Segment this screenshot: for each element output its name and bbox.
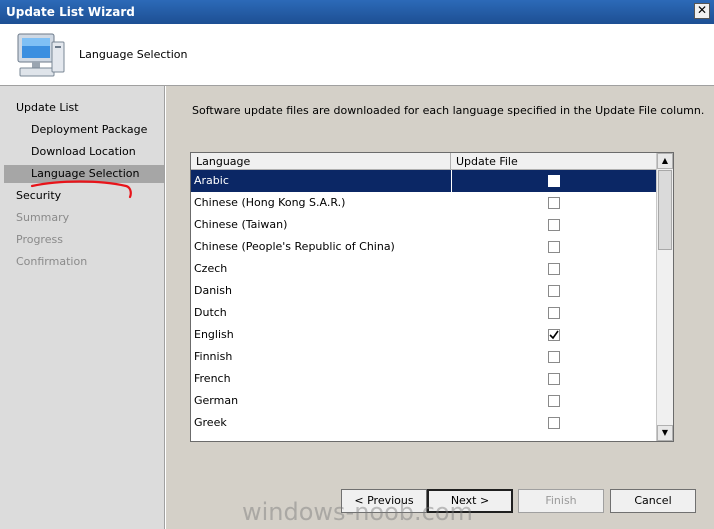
checkmark-icon bbox=[549, 330, 559, 340]
nav-item-download-location[interactable]: Download Location bbox=[31, 143, 136, 161]
wizard-content: Software update files are downloaded for… bbox=[166, 86, 714, 529]
list-header: Language Update File bbox=[191, 153, 657, 170]
language-cell: Greek bbox=[194, 416, 227, 429]
update-file-checkbox[interactable] bbox=[548, 351, 560, 363]
computer-monitor-icon bbox=[17, 33, 65, 77]
page-title: Language Selection bbox=[79, 48, 188, 61]
language-cell: Danish bbox=[194, 284, 232, 297]
language-cell: French bbox=[194, 372, 231, 385]
update-file-checkbox[interactable] bbox=[548, 219, 560, 231]
nav-item-update-list[interactable]: Update List bbox=[16, 99, 79, 117]
wizard-header: Language Selection bbox=[0, 24, 714, 86]
language-cell: Chinese (Taiwan) bbox=[194, 218, 288, 231]
nav-item-confirmation: Confirmation bbox=[16, 255, 88, 268]
annotation-underline bbox=[30, 180, 132, 199]
update-file-checkbox[interactable] bbox=[548, 241, 560, 253]
scroll-thumb[interactable] bbox=[658, 170, 672, 250]
list-scrollbar[interactable]: ▲ ▼ bbox=[656, 153, 673, 441]
table-row[interactable]: Dutch bbox=[191, 302, 657, 324]
table-row[interactable]: Greek bbox=[191, 412, 657, 434]
update-file-checkbox[interactable] bbox=[548, 197, 560, 209]
close-icon: ✕ bbox=[696, 3, 708, 17]
update-file-checkbox[interactable] bbox=[548, 307, 560, 319]
scroll-up-button[interactable]: ▲ bbox=[657, 153, 673, 169]
nav-item-deployment-package[interactable]: Deployment Package bbox=[31, 121, 147, 139]
update-file-checkbox[interactable] bbox=[548, 285, 560, 297]
language-cell: Chinese (People's Republic of China) bbox=[194, 240, 395, 253]
table-row[interactable]: Chinese (Hong Kong S.A.R.) bbox=[191, 192, 657, 214]
language-cell: German bbox=[194, 394, 239, 407]
table-row[interactable]: Chinese (People's Republic of China) bbox=[191, 236, 657, 258]
table-row[interactable]: Arabic bbox=[191, 170, 657, 192]
table-row[interactable]: Chinese (Taiwan) bbox=[191, 214, 657, 236]
watermark: windows-noob.com bbox=[242, 498, 473, 526]
finish-button: Finish bbox=[518, 489, 604, 513]
nav-item-summary: Summary bbox=[16, 211, 70, 224]
cancel-button[interactable]: Cancel bbox=[610, 489, 696, 513]
update-file-checkbox[interactable] bbox=[548, 395, 560, 407]
language-cell: Dutch bbox=[194, 306, 227, 319]
table-row[interactable]: Czech bbox=[191, 258, 657, 280]
table-row[interactable]: Danish bbox=[191, 280, 657, 302]
language-cell: Arabic bbox=[194, 174, 229, 187]
scroll-down-button[interactable]: ▼ bbox=[657, 425, 673, 441]
table-row[interactable]: German bbox=[191, 390, 657, 412]
nav-item-progress: Progress bbox=[16, 233, 63, 246]
update-file-checkbox[interactable] bbox=[548, 175, 560, 187]
description-text: Software update files are downloaded for… bbox=[192, 104, 705, 117]
language-cell: English bbox=[194, 328, 234, 341]
update-file-checkbox[interactable] bbox=[548, 329, 560, 341]
language-cell: Czech bbox=[194, 262, 228, 275]
update-file-checkbox[interactable] bbox=[548, 373, 560, 385]
update-file-checkbox[interactable] bbox=[548, 417, 560, 429]
table-row[interactable]: English bbox=[191, 324, 657, 346]
table-row[interactable]: Finnish bbox=[191, 346, 657, 368]
window-title: Update List Wizard bbox=[6, 5, 135, 19]
language-cell: Chinese (Hong Kong S.A.R.) bbox=[194, 196, 346, 209]
column-header-update-file[interactable]: Update File bbox=[451, 153, 657, 170]
table-row[interactable]: French bbox=[191, 368, 657, 390]
wizard-nav: Update List Deployment Package Download … bbox=[0, 86, 165, 529]
column-header-language[interactable]: Language bbox=[191, 153, 451, 170]
update-file-checkbox[interactable] bbox=[548, 263, 560, 275]
column-divider bbox=[451, 170, 452, 192]
language-cell: Finnish bbox=[194, 350, 233, 363]
language-list[interactable]: Language Update File Arabic Chinese (Hong… bbox=[190, 152, 674, 442]
close-button[interactable]: ✕ bbox=[694, 3, 710, 19]
window-titlebar: Update List Wizard ✕ bbox=[0, 0, 714, 24]
list-rows: Arabic Chinese (Hong Kong S.A.R.) Chinese … bbox=[191, 170, 657, 434]
